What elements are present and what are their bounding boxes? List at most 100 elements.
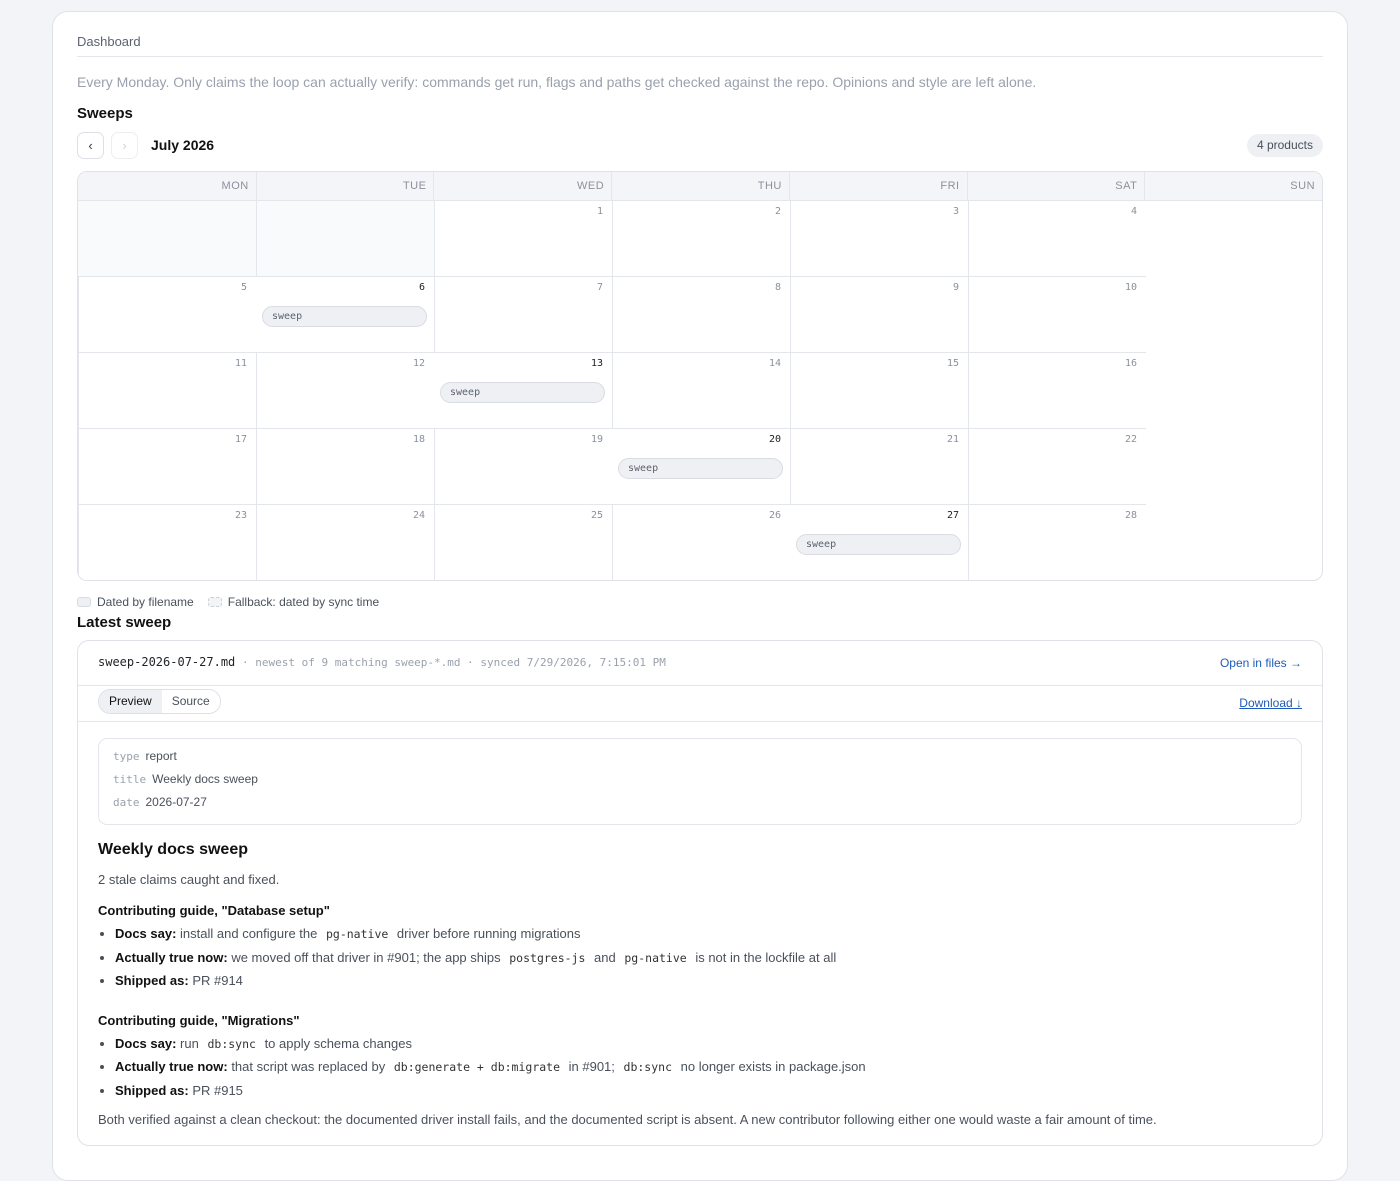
sweep-event-pill[interactable]: sweep: [618, 458, 783, 479]
calendar-day-5[interactable]: 5: [78, 277, 256, 353]
claim-text: run: [180, 1035, 199, 1051]
weekday-label: THU: [611, 172, 789, 200]
calendar-empty-cell: [78, 201, 256, 277]
day-number: 12: [412, 358, 425, 369]
claim-text: PR #914: [192, 973, 243, 988]
calendar-day-8[interactable]: 8: [612, 277, 790, 353]
calendar-day-20[interactable]: 20 sweep: [612, 429, 790, 505]
day-number: 11: [234, 358, 247, 369]
day-number: 27: [946, 510, 959, 521]
file-meta: · newest of 9 matching sweep-*.md · sync…: [242, 656, 666, 669]
claim-text: is not in the lockfile at all: [695, 949, 837, 965]
calendar-day-6[interactable]: 6 sweep: [256, 277, 434, 353]
frontmatter-value: report: [145, 749, 177, 763]
calendar-day-28[interactable]: 28: [968, 505, 1146, 580]
day-number: 19: [590, 434, 603, 445]
sweep-event-pill[interactable]: sweep: [440, 382, 605, 403]
claim-text: no longer exists in package.json: [680, 1059, 866, 1074]
calendar-day-16[interactable]: 16: [968, 353, 1146, 429]
open-in-files-link[interactable]: Open in files →: [1220, 656, 1302, 670]
divider: [77, 56, 1323, 57]
day-number: 8: [774, 282, 781, 293]
calendar-day-25[interactable]: 25: [434, 505, 612, 580]
weekday-label: SAT: [966, 172, 1145, 200]
weekday-label: MON: [221, 180, 249, 192]
claim-label: Actually true now:: [115, 1059, 228, 1074]
day-number: 6: [418, 282, 425, 293]
section-heading: Contributing guide, "Migrations": [98, 1012, 300, 1028]
day-number: 4: [1130, 206, 1137, 217]
inline-code: db:sync: [623, 1060, 672, 1074]
calendar-legend: Dated by filename Fallback: dated by syn…: [77, 595, 379, 609]
calendar-day-27[interactable]: 27 sweep: [790, 505, 968, 580]
day-number: 22: [1124, 434, 1137, 445]
calendar-day-12[interactable]: 12: [256, 353, 434, 429]
inline-code: postgres-js: [509, 950, 586, 965]
sweep-event-pill[interactable]: sweep: [262, 306, 427, 327]
claim-label: Shipped as:: [115, 1082, 189, 1098]
products-badge: 4 products: [1246, 134, 1323, 157]
claim-text: driver before running migrations: [396, 926, 581, 941]
weekday-label: FRI: [788, 172, 967, 200]
breadcrumb[interactable]: Dashboard: [77, 34, 141, 49]
claim-text: that script was replaced by: [231, 1059, 386, 1074]
calendar-day-4[interactable]: 4: [968, 201, 1146, 277]
calendar-day-14[interactable]: 14: [612, 353, 790, 429]
sweeps-heading: Sweeps: [77, 105, 133, 122]
frontmatter-value: 2026-07-27: [145, 795, 207, 809]
calendar-day-11[interactable]: 11: [78, 353, 256, 429]
inline-code: db:generate + db:migrate: [393, 1060, 561, 1074]
claim-list: Docs say: install and configure the pg-n…: [98, 926, 1302, 997]
claim-text: PR #915: [192, 1082, 243, 1098]
day-number: 2: [774, 206, 781, 217]
latest-sweep-heading: Latest sweep: [77, 614, 172, 631]
calendar-day-7[interactable]: 7: [434, 277, 612, 353]
calendar-day-21[interactable]: 21: [790, 429, 968, 505]
day-number: 9: [952, 282, 959, 293]
calendar-day-24[interactable]: 24: [256, 505, 434, 580]
day-number: 15: [946, 358, 959, 369]
dashboard-card: Dashboard Every Monday. Only claims the …: [52, 11, 1348, 1181]
day-number: 28: [1124, 510, 1137, 521]
day-number: 5: [240, 282, 247, 293]
calendar-day-15[interactable]: 15: [790, 353, 968, 429]
calendar-day-2[interactable]: 2: [612, 201, 790, 277]
frontmatter-value: Weekly docs sweep: [152, 772, 258, 786]
legend-swatch-filename: [77, 597, 91, 607]
calendar-day-9[interactable]: 9: [790, 277, 968, 353]
calendar-day-1[interactable]: 1: [434, 201, 612, 277]
day-number: 17: [234, 434, 247, 445]
calendar-day-3[interactable]: 3: [790, 201, 968, 277]
doc-title: Weekly docs sweep: [98, 841, 248, 858]
day-number: 7: [596, 282, 603, 293]
weekday-label: WED: [433, 172, 611, 200]
weekday-label: SUN: [1144, 172, 1322, 200]
document-preview: Weekly docs sweep 2 stale claims caught …: [98, 841, 1302, 1127]
frontmatter-row: date 2026-07-27: [113, 795, 1287, 818]
frontmatter-row: title Weekly docs sweep: [113, 772, 1287, 795]
prev-month-button[interactable]: ‹: [77, 132, 104, 159]
month-label: July 2026: [151, 137, 215, 153]
claim-label: Actually true now:: [115, 949, 228, 965]
day-number: 1: [596, 206, 603, 217]
list-item: Docs say: run db:sync to apply schema ch…: [115, 1036, 1302, 1060]
calendar-day-19[interactable]: 19: [434, 429, 612, 505]
doc-summary: 2 stale claims caught and fixed.: [98, 872, 280, 887]
file-name: sweep-2026-07-27.md: [98, 655, 236, 669]
claim-list: Docs say: run db:sync to apply schema ch…: [98, 1036, 1302, 1107]
sweep-event-pill[interactable]: sweep: [796, 534, 961, 555]
calendar-day-22[interactable]: 22: [968, 429, 1146, 505]
tab-source[interactable]: Source: [161, 690, 220, 713]
calendar-day-18[interactable]: 18: [256, 429, 434, 505]
next-month-button[interactable]: ›: [111, 132, 138, 159]
calendar-day-13[interactable]: 13 sweep: [434, 353, 612, 429]
calendar-day-26[interactable]: 26: [612, 505, 790, 580]
tab-preview[interactable]: Preview: [99, 690, 162, 713]
frontmatter-key: date: [113, 796, 140, 809]
calendar-day-23[interactable]: 23: [78, 505, 256, 580]
list-item: Actually true now: we moved off that dri…: [115, 950, 1302, 974]
claim-text: to apply schema changes: [264, 1035, 412, 1051]
calendar-day-10[interactable]: 10: [968, 277, 1146, 353]
calendar-day-17[interactable]: 17: [78, 429, 256, 505]
download-link[interactable]: Download ↓: [1239, 696, 1302, 710]
